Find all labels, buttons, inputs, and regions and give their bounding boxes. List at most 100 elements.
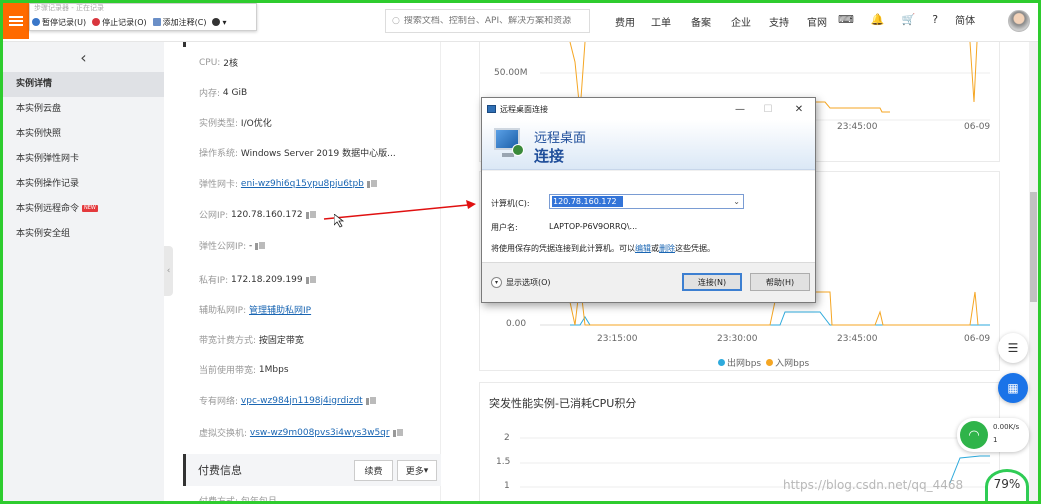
mouse-cursor-icon [334, 214, 344, 228]
avatar[interactable] [1008, 10, 1030, 32]
nav-tickets[interactable]: 工单 [644, 14, 678, 29]
info-cpu: CPU: 2核 [199, 57, 238, 70]
copy-icon[interactable] [366, 179, 378, 188]
stop-record-button[interactable]: 停止记录(O) [92, 17, 147, 28]
connect-button[interactable]: 连接(N) [682, 273, 742, 291]
sidebar-item-snapshots[interactable]: 本实例快照 [3, 122, 164, 147]
info-vpc: 专有网络: vpc-wz984jn1198j4igrdizdt [199, 394, 377, 407]
renew-button[interactable]: 续费 [354, 460, 393, 481]
copy-icon[interactable] [305, 275, 317, 284]
x-tick: 23:45:00 [837, 334, 878, 344]
sidebar-item-disks[interactable]: 本实例云盘 [3, 97, 164, 122]
menu-icon[interactable] [3, 3, 29, 39]
terminal-icon[interactable]: ⌨ [838, 13, 854, 26]
legend-item-out[interactable]: 出网bps [727, 356, 761, 369]
collapse-sidebar-handle[interactable]: ‹ [164, 246, 173, 296]
info-eip: 弹性公网IP: - [199, 239, 267, 252]
manage-aux-ip-link[interactable]: 管理辅助私网IP [249, 303, 311, 316]
legend-item-in[interactable]: 入网bps [775, 356, 809, 369]
series-line-in [815, 101, 890, 113]
sidebar: ‹ 实例详情 本实例云盘 本实例快照 本实例弹性网卡 本实例操作记录 本实例远程… [3, 42, 164, 501]
dialog-title: 远程桌面连接 [500, 104, 548, 114]
search-box[interactable]: ○ [385, 9, 590, 33]
info-vswitch: 虚拟交换机: vsw-wz9m008pvs3i4wys3w5qr [199, 426, 404, 439]
dialog-titlebar[interactable]: 远程桌面连接 — ☐ ✕ [482, 98, 815, 120]
maximize-icon: ☐ [763, 103, 773, 115]
help-circle-icon[interactable]: ? [932, 13, 938, 26]
close-icon[interactable]: ✕ [785, 98, 813, 120]
series-line-out [570, 311, 990, 326]
cart-icon[interactable]: 🛒 [902, 13, 916, 26]
y-tick: 1 [504, 481, 510, 491]
pause-record-button[interactable]: 暂停记录(U) [32, 17, 86, 28]
comment-icon [152, 18, 161, 26]
sidebar-item-remote-commands[interactable]: 本实例远程命令 NEW [3, 197, 164, 222]
device-count: 1 [993, 436, 998, 444]
vpc-link[interactable]: vpc-wz984jn1198j4igrdizdt [241, 396, 363, 406]
search-icon: ○ [392, 16, 400, 26]
computer-combobox[interactable]: ⌄ [549, 194, 744, 209]
info-private-ip: 私有IP: 172.18.209.199 [199, 273, 317, 286]
recorder-title: 步骤记录器 - 正在记录 [34, 4, 104, 12]
minimize-icon[interactable]: — [726, 98, 754, 120]
banner-subtitle: 连接 [534, 147, 565, 165]
new-badge: NEW [82, 205, 98, 212]
instance-info-panel: CPU: 2核 内存: 4 GiB 实例类型: I/O优化 操作系统: Wind… [183, 42, 441, 504]
nav-official[interactable]: 官网 [800, 14, 834, 29]
expand-icon: ▾ [491, 277, 502, 288]
sidebar-item-operation-log[interactable]: 本实例操作记录 [3, 172, 164, 197]
sidebar-item-security-group[interactable]: 本实例安全组 [3, 222, 164, 247]
edit-credentials-link[interactable]: 编辑 [635, 244, 651, 253]
cpu-percent-widget: 79% [985, 469, 1029, 504]
watermark: https://blog.csdn.net/qq_4468 [783, 478, 964, 492]
info-aux-ip: 辅助私网IP: 管理辅助私网IP [199, 303, 311, 316]
x-tick: 06-09 [964, 122, 991, 132]
feedback-icon[interactable]: ☰ [998, 333, 1028, 363]
banner-title: 远程桌面 [534, 131, 587, 146]
pause-icon [32, 18, 40, 26]
language-switch[interactable]: 简体 [955, 12, 975, 27]
sidebar-item-eni[interactable]: 本实例弹性网卡 [3, 147, 164, 172]
steps-recorder-toolbar: 步骤记录器 - 正在记录 暂停记录(U) 停止记录(O) 添加注释(C) ▾ [29, 3, 257, 31]
back-chevron-icon[interactable]: ‹ [3, 42, 164, 72]
sidebar-item-instance-details[interactable]: 实例详情 [3, 72, 164, 97]
chart-legend: 出网bps 入网bps [718, 356, 809, 369]
info-instance-type: 实例类型: I/O优化 [199, 119, 272, 129]
username-value: LAPTOP-P6V9ORRQ\... [549, 222, 638, 231]
x-tick: 06-09 [964, 334, 991, 344]
computer-label: 计算机(C): [491, 199, 530, 208]
copy-icon[interactable] [305, 210, 317, 219]
computer-input[interactable] [552, 196, 623, 207]
x-tick: 23:30:00 [717, 334, 758, 344]
delete-credentials-link[interactable]: 删除 [659, 244, 675, 253]
add-comment-button[interactable]: 添加注释(C) [152, 17, 206, 28]
apps-icon[interactable]: ▦ [998, 373, 1028, 403]
copy-icon[interactable] [255, 241, 267, 250]
nav-icp[interactable]: 备案 [684, 14, 718, 29]
dialog-banner: 远程桌面 连接 [482, 120, 815, 170]
nav-support[interactable]: 支持 [762, 14, 796, 29]
show-options-toggle[interactable]: ▾ 显示选项(O) [491, 277, 551, 288]
page-scrollbar[interactable] [1029, 42, 1038, 501]
series-line-tail [969, 42, 978, 103]
copy-icon[interactable] [365, 396, 377, 405]
copy-icon[interactable] [392, 428, 404, 437]
info-memory: 内存: 4 GiB [199, 87, 248, 100]
chevron-down-icon[interactable]: ⌄ [733, 197, 740, 206]
stop-icon [92, 18, 101, 26]
x-tick: 23:45:00 [837, 122, 878, 132]
eni-link[interactable]: eni-wz9hi6q15ypu8pju6tpb [241, 179, 364, 189]
vswitch-link[interactable]: vsw-wz9m008pvs3i4wys3w5qr [250, 428, 390, 438]
nav-fees[interactable]: 费用 [608, 14, 642, 29]
search-input[interactable] [403, 16, 584, 26]
y-axis-label: 0.00 [506, 319, 527, 329]
rdp-app-icon [487, 105, 496, 113]
help-button[interactable]: 帮助(H) [750, 273, 810, 291]
username-label: 用户名: [491, 223, 518, 232]
bell-icon[interactable]: 🔔 [871, 13, 885, 26]
connection-icon [512, 144, 524, 156]
nav-enterprise[interactable]: 企业 [724, 14, 758, 29]
more-button[interactable]: 更多 ▾ [397, 460, 437, 481]
info-os: 操作系统: Windows Server 2019 数据中心版... [199, 149, 396, 159]
help-dropdown[interactable]: ▾ [212, 18, 227, 27]
